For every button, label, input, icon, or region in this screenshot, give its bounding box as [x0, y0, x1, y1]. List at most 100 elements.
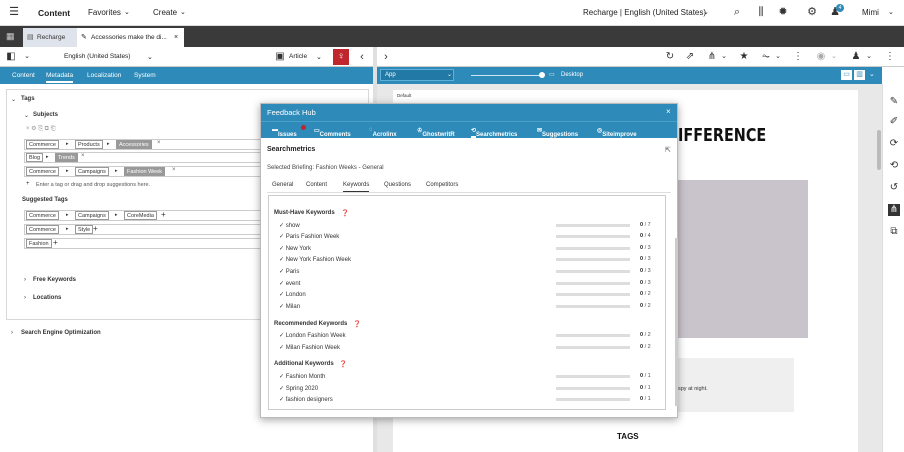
chevron-down-icon[interactable]: ⌄ [772, 51, 784, 63]
subtab-questions[interactable]: Questions [384, 182, 411, 188]
tab-system[interactable]: System [134, 72, 156, 79]
tag-chip[interactable]: Style [75, 225, 94, 234]
tag-chip[interactable]: Accessories [116, 140, 152, 149]
add-tag-input[interactable]: Enter a tag or drag and drop suggestions… [36, 182, 150, 188]
feedback-hub-bulb-icon[interactable]: ♀ [333, 49, 349, 65]
library-icon[interactable]: ⫼ [755, 6, 767, 18]
more-icon[interactable]: ⋮ [884, 51, 896, 63]
desktop-view-icon[interactable]: ▭ [841, 70, 852, 80]
tag-chip[interactable]: Blog [26, 153, 44, 162]
language-selector[interactable]: English (United States) [64, 53, 130, 60]
subtab-content[interactable]: Content [306, 182, 327, 188]
favorites-menu[interactable]: Favorites [88, 8, 121, 17]
tag-chip[interactable]: Trends [55, 153, 78, 162]
tab-content[interactable]: Content [12, 72, 35, 79]
share-icon[interactable]: ⋔ [706, 51, 718, 63]
chevron-down-icon[interactable]: ⌄ [869, 70, 875, 78]
preview-scrollbar[interactable] [877, 130, 881, 170]
refresh-icon[interactable]: ↺ [888, 182, 900, 194]
chevron-down-icon[interactable]: ⌄ [828, 51, 840, 63]
tag-chip[interactable]: Products [75, 140, 103, 149]
tag-tool-icons[interactable]: × ⚙ ⎘ ⧉ ⎗ [26, 125, 55, 133]
subtab-keywords[interactable]: Keywords [343, 182, 370, 192]
free-keywords-section[interactable]: Free Keywords [33, 277, 76, 283]
help-icon[interactable]: ❓ [353, 320, 361, 328]
tab-searchmetrics[interactable]: ⟲ Searchmetrics [471, 127, 517, 138]
preview-icon[interactable]: ✹ [777, 6, 789, 18]
tag-chip[interactable]: CoreMedia [124, 211, 157, 220]
tab-article[interactable]: ✎ Accessories make the di... × [77, 28, 184, 47]
share-icon[interactable]: ⋔ [888, 204, 900, 216]
close-icon[interactable]: × [174, 28, 178, 47]
annotate-icon[interactable]: ✎ [888, 96, 900, 108]
analytics-icon[interactable]: ⏦ [760, 51, 772, 63]
collapse-left-icon[interactable]: ‹ [356, 51, 368, 63]
doctype-selector[interactable]: Article [289, 53, 307, 60]
tab-metadata[interactable]: Metadata [46, 72, 74, 83]
tab-issues[interactable]: ▬ Issues [272, 127, 297, 138]
remove-tag-icon[interactable]: × [81, 153, 85, 159]
bookmark-star-icon[interactable]: ★ [738, 51, 750, 63]
tag-chip[interactable]: Commerce [26, 167, 59, 176]
tag-chip[interactable]: Commerce [26, 225, 59, 234]
panel-toggle-icon[interactable]: ◧ [5, 51, 17, 63]
menu-icon[interactable]: ☰ [8, 6, 20, 18]
open-external-icon[interactable]: ⇗ [684, 51, 696, 63]
subtab-competitors[interactable]: Competitors [426, 182, 458, 188]
remove-tag-icon[interactable]: × [157, 140, 161, 146]
help-icon[interactable]: ❓ [339, 360, 347, 368]
tag-chip[interactable]: Campaigns [75, 167, 109, 176]
help-icon[interactable]: ❓ [341, 209, 349, 217]
expand-right-icon[interactable]: › [380, 51, 392, 63]
user-menu[interactable]: Mimi [862, 8, 879, 17]
tab-ghostwritr[interactable]: ♔ GhostwritR [417, 127, 455, 138]
eye-icon[interactable]: ◉ [815, 51, 827, 63]
tab-acrolinx[interactable]: ◌ Acrolinx [369, 127, 397, 138]
tag-chip[interactable]: Commerce [26, 140, 59, 149]
chevron-down-icon[interactable]: ⌄ [11, 96, 16, 103]
chevron-right-icon[interactable]: › [11, 330, 13, 336]
add-suggestion-icon[interactable]: + [161, 210, 166, 219]
tag-chip[interactable]: Fashion [26, 239, 52, 248]
tab-suggestions[interactable]: ✉ Suggestions [537, 127, 578, 138]
add-suggestion-icon[interactable]: + [93, 224, 98, 233]
chevron-down-icon[interactable]: ⌄ [718, 51, 730, 63]
site-selector[interactable]: Recharge | English (United States) [583, 8, 706, 17]
chevron-down-icon[interactable]: ⌄ [21, 51, 33, 63]
history-icon[interactable]: ⟲ [888, 160, 900, 172]
locations-section[interactable]: Locations [33, 295, 61, 301]
sync-icon[interactable]: ⟳ [888, 138, 900, 150]
tab-localization[interactable]: Localization [87, 72, 121, 79]
edit-disabled-icon[interactable]: ✐ [888, 116, 900, 128]
add-suggestion-icon[interactable]: + [53, 238, 58, 247]
tag-chip[interactable]: Commerce [26, 211, 59, 220]
chevron-down-icon[interactable]: ⌄ [863, 51, 875, 63]
tab-recharge[interactable]: ▤ Recharge [23, 28, 77, 47]
tag-chip[interactable]: Campaigns [75, 211, 109, 220]
tab-siteimprove[interactable]: ◎ Siteimprove [597, 127, 637, 138]
remove-tag-icon[interactable]: × [172, 167, 176, 173]
close-icon[interactable]: × [666, 107, 671, 116]
add-icon[interactable]: + [26, 181, 30, 187]
chevron-down-icon[interactable]: ⌄ [24, 112, 29, 119]
tab-comments[interactable]: ▭ Comments [314, 127, 351, 138]
user-assign-icon[interactable]: ♟ [850, 51, 862, 63]
zoom-slider[interactable] [471, 75, 543, 76]
device-select[interactable]: App ⌄ [380, 69, 454, 81]
create-menu[interactable]: Create [153, 8, 177, 17]
grid-icon[interactable]: ▦ [6, 31, 15, 42]
search-list-icon[interactable]: ⌕ [731, 6, 743, 18]
subtab-general[interactable]: General [272, 182, 293, 188]
tag-chip[interactable]: Fashion Week [124, 167, 166, 176]
seo-section[interactable]: Search Engine Optimization [21, 330, 101, 336]
chevron-right-icon[interactable]: › [24, 277, 26, 283]
open-external-icon[interactable]: ⇱ [665, 146, 671, 154]
keywords-scrollbar[interactable] [675, 238, 678, 406]
split-view-icon[interactable]: ▥ [854, 70, 865, 80]
zoom-slider-handle[interactable] [539, 72, 545, 78]
settings-icon[interactable]: ⚙ [806, 6, 818, 18]
chevron-right-icon[interactable]: › [24, 295, 26, 301]
translate-icon[interactable]: ⧉ [888, 226, 900, 238]
workflow-icon[interactable]: ⋮ [792, 51, 804, 63]
reload-icon[interactable]: ↻ [664, 51, 676, 63]
